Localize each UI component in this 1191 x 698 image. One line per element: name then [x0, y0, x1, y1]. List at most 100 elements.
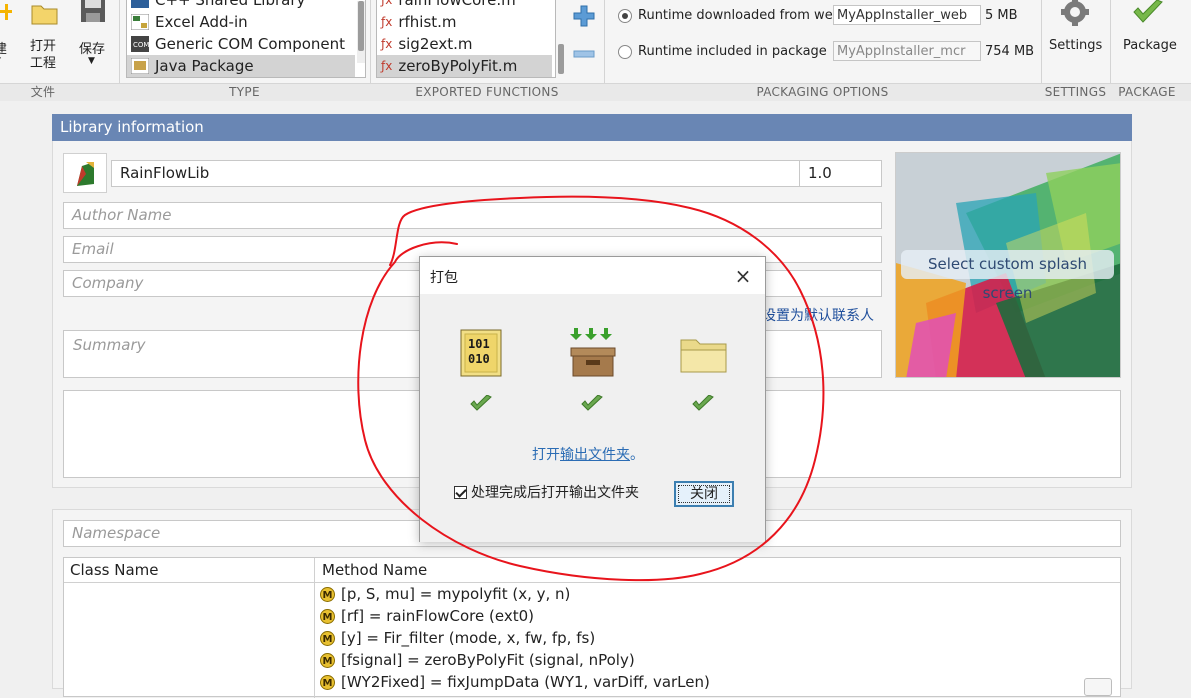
function-item[interactable]: ƒx zeroByPolyFit.m	[377, 55, 552, 77]
section-label-packaging: PACKAGING OPTIONS	[756, 85, 889, 99]
open-folder-icon	[31, 5, 58, 25]
save-button[interactable]: 保存 ▼	[74, 0, 112, 80]
open-folder-checkbox[interactable]	[454, 485, 467, 499]
section-label-package: PACKAGE	[1118, 85, 1176, 99]
method-signature: [y] = Fir_filter (mode, x, fw, fp, fs)	[341, 629, 596, 647]
svg-text:010: 010	[468, 352, 490, 366]
m-file-icon: ƒx	[381, 0, 393, 7]
method-signature: [WY2Fixed] = fixJumpData (WY1, varDiff, …	[341, 673, 710, 691]
new-project-icon	[0, 4, 12, 20]
runtime-mcr-label: Runtime included in package	[638, 44, 827, 59]
type-list-scrollbar[interactable]	[357, 1, 365, 63]
section-label-bar: 文件 TYPE EXPORTED FUNCTIONS PACKAGING OPT…	[0, 83, 1191, 101]
section-label-settings: SETTINGS	[1044, 85, 1107, 99]
package-label: Package	[1123, 38, 1177, 53]
link-suffix: 。	[630, 447, 644, 463]
open-folder-checkbox-row[interactable]: 处理完成后打开输出文件夹	[454, 482, 639, 502]
open-folder-checkbox-label: 处理完成后打开输出文件夹	[471, 485, 639, 501]
method-row[interactable]: M [fsignal] = zeroByPolyFit (signal, nPol…	[320, 649, 635, 671]
step-check-icon	[581, 395, 603, 411]
library-name-input[interactable]: RainFlowLib	[111, 160, 800, 187]
mcr-installer-name-input[interactable]: MyAppInstaller_mcr	[833, 41, 981, 61]
toolstrip: 建 ▼ 打开 工程 保存 ▼ C++ Shared Library Excel …	[0, 0, 1191, 101]
runtime-mcr-radio[interactable]	[618, 44, 632, 59]
add-function-button[interactable]	[572, 4, 596, 28]
type-item-label: Generic COM Component	[155, 35, 346, 53]
summary-placeholder: Summary	[73, 336, 146, 354]
method-row[interactable]: M [WY2Fixed] = fixJumpData (WY1, varDiff,…	[320, 671, 710, 693]
type-item-com[interactable]: COM Generic COM Component	[127, 33, 355, 55]
section-label-exported: EXPORTED FUNCTIONS	[415, 85, 559, 99]
settings-label: Settings	[1049, 38, 1103, 53]
method-signature: [rf] = rainFlowCore (ext0)	[341, 607, 534, 625]
package-check-icon	[1133, 0, 1163, 23]
svg-text:101: 101	[468, 337, 490, 351]
runtime-web-option[interactable]: Runtime downloaded from web	[618, 8, 841, 23]
step-check-icon	[692, 395, 714, 411]
matlab-library-icon	[77, 162, 94, 186]
link-prefix: 打开	[532, 447, 560, 463]
package-progress-dialog: 打包 × 101 010 打开输出文件夹。 处理完成后打开输出文件夹 关闭	[419, 256, 766, 542]
open-output-folder-link[interactable]: 打开输出文件夹。	[532, 444, 644, 464]
method-icon: M	[320, 630, 335, 646]
step-check-icon	[470, 395, 492, 411]
class-name-header: Class Name	[70, 561, 159, 579]
library-version-input[interactable]: 1.0	[799, 160, 882, 187]
section-label-file: 文件	[30, 85, 56, 99]
method-row[interactable]: M [y] = Fir_filter (mode, x, fw, fp, fs)	[320, 627, 595, 649]
method-icon: M	[320, 608, 335, 624]
new-dropdown-icon: ▼	[0, 56, 1, 66]
select-splash-screen-button[interactable]: Select custom splash screen	[901, 250, 1114, 302]
exported-functions-list[interactable]: ƒx rainFlowCore.m ƒx rfhist.m ƒx sig2ext…	[376, 0, 556, 78]
runtime-web-radio[interactable]	[618, 8, 632, 23]
java-package-icon	[131, 58, 149, 74]
binary-file-icon: 101 010	[460, 329, 502, 377]
gear-icon	[1061, 0, 1089, 26]
type-item-excel[interactable]: Excel Add-in	[127, 11, 355, 33]
functions-scrollbar[interactable]	[558, 0, 564, 76]
method-row[interactable]: M [p, S, mu] = mypolyfit (x, y, n)	[320, 583, 570, 605]
method-icon: M	[320, 674, 335, 690]
dialog-close-button[interactable]: 关闭	[674, 481, 734, 507]
author-name-input[interactable]: Author Name	[63, 202, 882, 229]
runtime-mcr-option[interactable]: Runtime included in package	[618, 44, 827, 59]
m-file-icon: ƒx	[381, 15, 393, 29]
function-item[interactable]: ƒx rfhist.m	[377, 11, 552, 33]
svg-text:COM: COM	[133, 41, 149, 49]
function-item[interactable]: ƒx rainFlowCore.m	[377, 0, 552, 11]
dialog-close-icon[interactable]: ×	[729, 263, 757, 289]
library-icon[interactable]	[63, 153, 107, 193]
package-button[interactable]: Package	[1116, 0, 1180, 80]
function-item-label: rainFlowCore.m	[398, 0, 516, 9]
mcr-installer-size: 754 MB	[985, 44, 1035, 59]
settings-button[interactable]: Settings	[1046, 0, 1104, 80]
section-label-type: TYPE	[229, 85, 260, 99]
link-text[interactable]: 输出文件夹	[560, 447, 630, 463]
column-divider	[314, 558, 315, 698]
type-item-label: Excel Add-in	[155, 13, 248, 31]
excel-addin-icon	[131, 14, 149, 30]
m-file-icon: ƒx	[381, 59, 393, 73]
new-project-button[interactable]: 建 ▼	[0, 0, 14, 80]
remove-function-button[interactable]	[572, 44, 596, 64]
method-row[interactable]: M [rf] = rainFlowCore (ext0)	[320, 605, 534, 627]
set-default-contact-link[interactable]: 设置为默认联系人	[762, 305, 874, 325]
package-box-icon	[570, 328, 616, 377]
method-name-header: Method Name	[322, 561, 428, 579]
type-list[interactable]: C++ Shared Library Excel Add-in COM Gene…	[126, 0, 366, 78]
type-item-java[interactable]: Java Package	[127, 55, 355, 77]
table-small-button[interactable]	[1084, 678, 1112, 696]
open-project-label: 打开 工程	[30, 39, 57, 71]
dialog-title: 打包	[430, 270, 458, 286]
method-icon: M	[320, 586, 335, 602]
dialog-body: 101 010 打开输出文件夹。 处理完成后打开输出文件夹 关闭	[420, 294, 765, 542]
web-installer-size: 5 MB	[985, 8, 1018, 23]
method-signature: [fsignal] = zeroByPolyFit (signal, nPoly…	[341, 651, 635, 669]
new-project-label: 建	[0, 42, 8, 57]
web-installer-name-input[interactable]: MyAppInstaller_web	[833, 5, 981, 25]
function-item[interactable]: ƒx sig2ext.m	[377, 33, 552, 55]
type-item-cpp[interactable]: C++ Shared Library	[127, 0, 355, 11]
table-header: Class Name Method Name	[64, 558, 1120, 583]
save-dropdown-icon[interactable]: ▼	[88, 56, 95, 66]
open-project-button[interactable]: 打开 工程	[26, 0, 64, 80]
